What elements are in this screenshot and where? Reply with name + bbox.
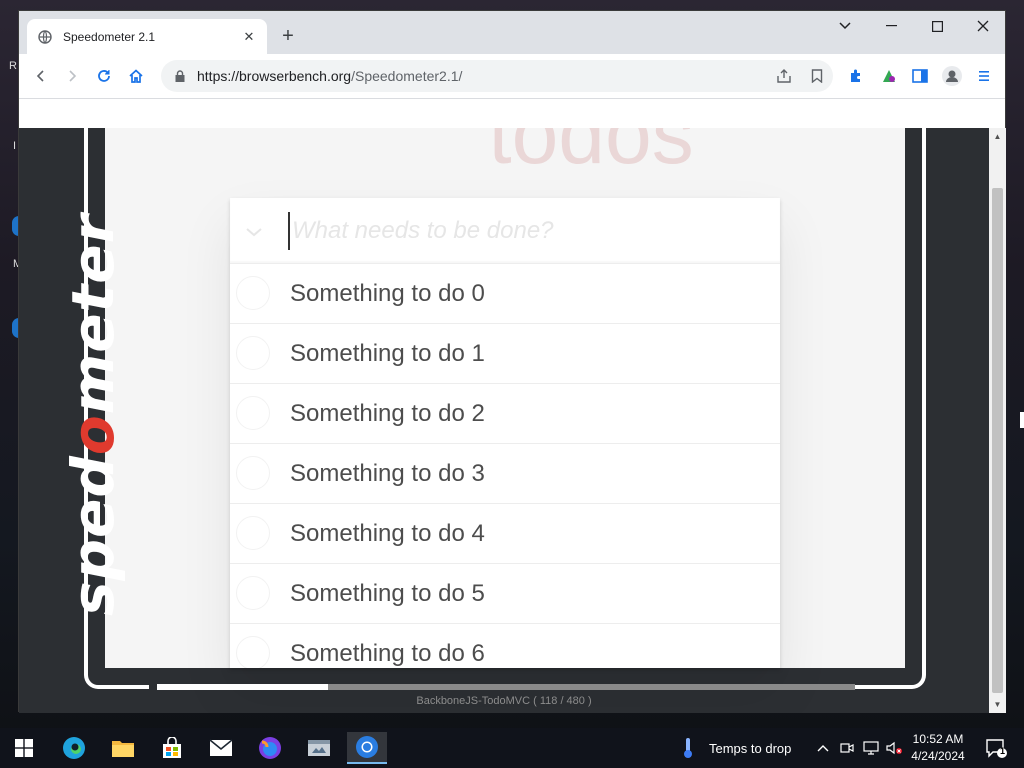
todo-item[interactable]: Something to do 0 xyxy=(230,264,780,324)
todo-checkbox[interactable] xyxy=(236,456,270,490)
network-icon[interactable] xyxy=(860,732,882,764)
taskbar: Temps to drop 10:52 AM 4/24/2024 1 xyxy=(0,728,1024,768)
store-icon[interactable] xyxy=(152,732,192,764)
file-explorer-icon[interactable] xyxy=(103,732,143,764)
reload-button[interactable] xyxy=(92,64,116,88)
chrome-icon[interactable] xyxy=(347,732,387,764)
tab-search-button[interactable] xyxy=(822,11,868,41)
lock-icon[interactable] xyxy=(173,69,187,83)
minimize-button[interactable] xyxy=(868,11,914,41)
clock-time: 10:52 AM xyxy=(912,732,964,746)
tab-strip: Speedometer 2.1 ✕ + xyxy=(19,11,1005,54)
notification-count: 1 xyxy=(1000,746,1006,756)
todo-item[interactable]: Something to do 1 xyxy=(230,324,780,384)
tab-title: Speedometer 2.1 xyxy=(63,29,156,44)
todo-checkbox[interactable] xyxy=(236,576,270,610)
todo-checkbox[interactable] xyxy=(236,636,270,668)
close-tab-icon[interactable]: ✕ xyxy=(241,29,257,45)
todo-label[interactable]: Something to do 3 xyxy=(290,444,485,503)
todo-item[interactable]: Something to do 5 xyxy=(230,564,780,624)
speedometer-logo: spedometer xyxy=(59,196,127,616)
page-content: todos spedometer Something to do 0Someth… xyxy=(19,128,989,713)
extension-app-icon[interactable] xyxy=(877,64,901,88)
logo-text-post: meter xyxy=(59,213,127,415)
desktop-fragment: R xyxy=(9,60,17,72)
scroll-down-icon[interactable]: ▼ xyxy=(989,696,1006,713)
side-panel-icon[interactable] xyxy=(908,64,932,88)
menu-kebab-icon[interactable] xyxy=(972,64,996,88)
home-button[interactable] xyxy=(124,64,148,88)
new-tab-button[interactable]: + xyxy=(277,25,299,47)
new-todo-input[interactable] xyxy=(288,212,758,250)
url-path: /Speedometer2.1/ xyxy=(351,68,463,84)
notifications-icon[interactable]: 1 xyxy=(978,732,1014,764)
back-button[interactable] xyxy=(29,64,53,88)
thermometer-icon[interactable] xyxy=(672,732,704,764)
close-window-button[interactable] xyxy=(960,11,1006,41)
desktop-fragment: I xyxy=(13,140,17,152)
todo-checkbox[interactable] xyxy=(236,516,270,550)
globe-icon xyxy=(37,29,53,45)
progress-gap xyxy=(149,681,157,693)
mail-icon[interactable] xyxy=(201,732,241,764)
todo-item[interactable]: Something to do 2 xyxy=(230,384,780,444)
todo-checkbox[interactable] xyxy=(236,396,270,430)
address-bar[interactable]: https://browserbench.org/Speedometer2.1/ xyxy=(161,60,833,92)
volume-muted-icon[interactable] xyxy=(883,732,905,764)
bookmark-icon[interactable] xyxy=(805,64,829,88)
browser-window: Speedometer 2.1 ✕ + https://browserbench… xyxy=(18,10,1006,713)
todo-checkbox[interactable] xyxy=(236,276,270,310)
logo-text-o: o xyxy=(59,414,127,456)
mouse-cursor xyxy=(1020,412,1024,428)
todo-label[interactable]: Something to do 1 xyxy=(290,324,485,383)
scroll-up-icon[interactable]: ▲ xyxy=(989,128,1006,145)
extensions-icon[interactable] xyxy=(844,64,868,88)
start-button[interactable] xyxy=(4,732,44,764)
todo-label[interactable]: Something to do 4 xyxy=(290,504,485,563)
meet-icon[interactable] xyxy=(836,732,858,764)
weather-text[interactable]: Temps to drop xyxy=(709,741,791,756)
logo-text-pre: sped xyxy=(59,455,127,616)
todo-app: Something to do 0Something to do 1Someth… xyxy=(230,198,780,668)
profile-avatar-icon[interactable] xyxy=(940,64,964,88)
url-text: https://browserbench.org/Speedometer2.1/ xyxy=(197,68,462,84)
todo-label[interactable]: Something to do 5 xyxy=(290,564,485,623)
toggle-all-chevron-icon[interactable] xyxy=(242,220,266,244)
forward-button[interactable] xyxy=(60,64,84,88)
browser-toolbar: https://browserbench.org/Speedometer2.1/ xyxy=(19,54,1005,99)
progress-fill xyxy=(328,684,855,690)
scrollbar-thumb[interactable] xyxy=(992,188,1003,693)
vertical-scrollbar[interactable]: ▲ ▼ xyxy=(989,128,1006,713)
edge-icon[interactable] xyxy=(54,732,94,764)
todo-item[interactable]: Something to do 4 xyxy=(230,504,780,564)
clock-date: 4/24/2024 xyxy=(911,749,965,763)
todo-label[interactable]: Something to do 2 xyxy=(290,384,485,443)
share-icon[interactable] xyxy=(772,64,796,88)
todo-label[interactable]: Something to do 0 xyxy=(290,264,485,323)
todo-list: Something to do 0 Something to do 1 Someth… xyxy=(230,264,780,668)
todo-item[interactable]: Something to do 6 xyxy=(230,624,780,668)
system-clock[interactable]: 10:52 AM 4/24/2024 xyxy=(906,731,970,765)
todo-heading: todos xyxy=(488,128,694,181)
firefox-icon[interactable] xyxy=(250,732,290,764)
url-host: https://browserbench.org xyxy=(197,68,352,84)
new-todo-row xyxy=(230,198,780,264)
app-window-icon[interactable] xyxy=(299,732,339,764)
todo-checkbox[interactable] xyxy=(236,336,270,370)
maximize-button[interactable] xyxy=(914,11,960,41)
todo-item[interactable]: Something to do 3 xyxy=(230,444,780,504)
tab-speedometer[interactable]: Speedometer 2.1 ✕ xyxy=(27,19,267,54)
chevron-up-icon[interactable] xyxy=(812,732,834,764)
benchmark-status: BackboneJS-TodoMVC ( 118 / 480 ) xyxy=(416,695,592,707)
todo-label[interactable]: Something to do 6 xyxy=(290,624,485,668)
